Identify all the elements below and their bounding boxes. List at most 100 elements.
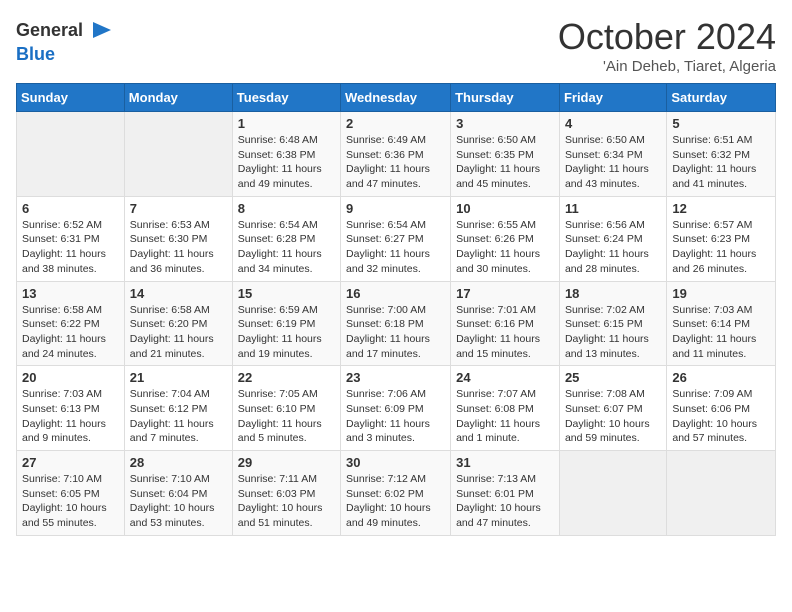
- day-info: Sunrise: 6:57 AMSunset: 6:23 PMDaylight:…: [672, 218, 770, 277]
- calendar-cell: 30 Sunrise: 7:12 AMSunset: 6:02 PMDayligh…: [341, 451, 451, 536]
- calendar-cell: 17 Sunrise: 7:01 AMSunset: 6:16 PMDayligh…: [451, 281, 560, 366]
- day-number: 14: [130, 286, 227, 301]
- day-number: 2: [346, 116, 445, 131]
- calendar-cell: 20Sunrise: 7:03 AMSunset: 6:13 PMDayligh…: [17, 366, 125, 451]
- page-header: General Blue October 2024 'Ain Deheb, Ti…: [16, 16, 776, 75]
- calendar-cell: [17, 112, 125, 197]
- calendar-cell: 26 Sunrise: 7:09 AMSunset: 6:06 PMDayligh…: [667, 366, 776, 451]
- day-number: 1: [238, 116, 335, 131]
- day-info: Sunrise: 6:48 AMSunset: 6:38 PMDaylight:…: [238, 133, 335, 192]
- day-number: 16: [346, 286, 445, 301]
- logo-icon: [85, 16, 113, 44]
- day-number: 31: [456, 455, 554, 470]
- day-number: 7: [130, 201, 227, 216]
- day-number: 4: [565, 116, 661, 131]
- day-info: Sunrise: 7:03 AMSunset: 6:13 PMDaylight:…: [22, 387, 119, 446]
- calendar-cell: 7 Sunrise: 6:53 AMSunset: 6:30 PMDaylight…: [124, 196, 232, 281]
- calendar-cell: 6 Sunrise: 6:52 AMSunset: 6:31 PMDaylight…: [17, 196, 125, 281]
- day-number: 15: [238, 286, 335, 301]
- day-info: Sunrise: 7:05 AMSunset: 6:10 PMDaylight:…: [238, 387, 335, 446]
- day-info: Sunrise: 6:51 AMSunset: 6:32 PMDaylight:…: [672, 133, 770, 192]
- day-info: Sunrise: 7:08 AMSunset: 6:07 PMDaylight:…: [565, 387, 661, 446]
- day-info: Sunrise: 7:07 AMSunset: 6:08 PMDaylight:…: [456, 387, 554, 446]
- month-title: October 2024: [558, 16, 776, 58]
- calendar-cell: 24 Sunrise: 7:07 AMSunset: 6:08 PMDayligh…: [451, 366, 560, 451]
- day-info: Sunrise: 6:50 AMSunset: 6:34 PMDaylight:…: [565, 133, 661, 192]
- day-info: Sunrise: 7:09 AMSunset: 6:06 PMDaylight:…: [672, 387, 770, 446]
- calendar-cell: 22Sunrise: 7:05 AMSunset: 6:10 PMDayligh…: [232, 366, 340, 451]
- day-number: 3: [456, 116, 554, 131]
- calendar-cell: 10 Sunrise: 6:55 AMSunset: 6:26 PMDayligh…: [451, 196, 560, 281]
- calendar-cell: 15 Sunrise: 6:59 AMSunset: 6:19 PMDayligh…: [232, 281, 340, 366]
- day-number: 30: [346, 455, 445, 470]
- day-info: Sunrise: 6:59 AMSunset: 6:19 PMDaylight:…: [238, 303, 335, 362]
- calendar-cell: 9 Sunrise: 6:54 AMSunset: 6:27 PMDaylight…: [341, 196, 451, 281]
- calendar-cell: [559, 451, 666, 536]
- day-info: Sunrise: 7:01 AMSunset: 6:16 PMDaylight:…: [456, 303, 554, 362]
- day-number: 29: [238, 455, 335, 470]
- calendar-table: SundayMondayTuesdayWednesdayThursdayFrid…: [16, 83, 776, 536]
- calendar-cell: 28Sunrise: 7:10 AMSunset: 6:04 PMDayligh…: [124, 451, 232, 536]
- day-info: Sunrise: 6:58 AMSunset: 6:22 PMDaylight:…: [22, 303, 119, 362]
- day-number: 10: [456, 201, 554, 216]
- day-number: 19: [672, 286, 770, 301]
- calendar-week-row: 27Sunrise: 7:10 AMSunset: 6:05 PMDayligh…: [17, 451, 776, 536]
- calendar-cell: 4 Sunrise: 6:50 AMSunset: 6:34 PMDaylight…: [559, 112, 666, 197]
- calendar-week-row: 1 Sunrise: 6:48 AMSunset: 6:38 PMDaylight…: [17, 112, 776, 197]
- weekday-header: Tuesday: [232, 84, 340, 112]
- calendar-cell: 21 Sunrise: 7:04 AMSunset: 6:12 PMDayligh…: [124, 366, 232, 451]
- day-info: Sunrise: 6:52 AMSunset: 6:31 PMDaylight:…: [22, 218, 119, 277]
- day-number: 6: [22, 201, 119, 216]
- calendar-cell: 12Sunrise: 6:57 AMSunset: 6:23 PMDayligh…: [667, 196, 776, 281]
- calendar-cell: 16 Sunrise: 7:00 AMSunset: 6:18 PMDayligh…: [341, 281, 451, 366]
- calendar-cell: 18Sunrise: 7:02 AMSunset: 6:15 PMDayligh…: [559, 281, 666, 366]
- day-number: 24: [456, 370, 554, 385]
- calendar-cell: 1 Sunrise: 6:48 AMSunset: 6:38 PMDaylight…: [232, 112, 340, 197]
- day-number: 21: [130, 370, 227, 385]
- weekday-header: Wednesday: [341, 84, 451, 112]
- calendar-week-row: 6 Sunrise: 6:52 AMSunset: 6:31 PMDaylight…: [17, 196, 776, 281]
- day-info: Sunrise: 7:10 AMSunset: 6:05 PMDaylight:…: [22, 472, 119, 531]
- day-info: Sunrise: 6:58 AMSunset: 6:20 PMDaylight:…: [130, 303, 227, 362]
- day-number: 17: [456, 286, 554, 301]
- day-number: 23: [346, 370, 445, 385]
- day-info: Sunrise: 6:54 AMSunset: 6:27 PMDaylight:…: [346, 218, 445, 277]
- day-info: Sunrise: 6:53 AMSunset: 6:30 PMDaylight:…: [130, 218, 227, 277]
- day-info: Sunrise: 7:13 AMSunset: 6:01 PMDaylight:…: [456, 472, 554, 531]
- day-number: 13: [22, 286, 119, 301]
- calendar-cell: 29 Sunrise: 7:11 AMSunset: 6:03 PMDayligh…: [232, 451, 340, 536]
- title-area: October 2024 'Ain Deheb, Tiaret, Algeria: [558, 16, 776, 75]
- day-info: Sunrise: 6:54 AMSunset: 6:28 PMDaylight:…: [238, 218, 335, 277]
- weekday-header: Thursday: [451, 84, 560, 112]
- day-number: 8: [238, 201, 335, 216]
- calendar-cell: 31 Sunrise: 7:13 AMSunset: 6:01 PMDayligh…: [451, 451, 560, 536]
- day-number: 9: [346, 201, 445, 216]
- day-info: Sunrise: 6:55 AMSunset: 6:26 PMDaylight:…: [456, 218, 554, 277]
- day-info: Sunrise: 7:11 AMSunset: 6:03 PMDaylight:…: [238, 472, 335, 531]
- logo-general: General: [16, 20, 83, 41]
- day-info: Sunrise: 7:00 AMSunset: 6:18 PMDaylight:…: [346, 303, 445, 362]
- weekday-header: Friday: [559, 84, 666, 112]
- calendar-week-row: 13 Sunrise: 6:58 AMSunset: 6:22 PMDayligh…: [17, 281, 776, 366]
- weekday-header: Monday: [124, 84, 232, 112]
- day-number: 26: [672, 370, 770, 385]
- day-info: Sunrise: 7:10 AMSunset: 6:04 PMDaylight:…: [130, 472, 227, 531]
- calendar-cell: 11 Sunrise: 6:56 AMSunset: 6:24 PMDayligh…: [559, 196, 666, 281]
- day-info: Sunrise: 7:06 AMSunset: 6:09 PMDaylight:…: [346, 387, 445, 446]
- day-info: Sunrise: 6:49 AMSunset: 6:36 PMDaylight:…: [346, 133, 445, 192]
- calendar-cell: 25 Sunrise: 7:08 AMSunset: 6:07 PMDayligh…: [559, 366, 666, 451]
- day-number: 25: [565, 370, 661, 385]
- day-info: Sunrise: 6:56 AMSunset: 6:24 PMDaylight:…: [565, 218, 661, 277]
- logo: General Blue: [16, 16, 113, 65]
- day-number: 11: [565, 201, 661, 216]
- weekday-header: Sunday: [17, 84, 125, 112]
- calendar-cell: 14 Sunrise: 6:58 AMSunset: 6:20 PMDayligh…: [124, 281, 232, 366]
- calendar-week-row: 20Sunrise: 7:03 AMSunset: 6:13 PMDayligh…: [17, 366, 776, 451]
- day-info: Sunrise: 7:12 AMSunset: 6:02 PMDaylight:…: [346, 472, 445, 531]
- calendar-cell: 5Sunrise: 6:51 AMSunset: 6:32 PMDaylight…: [667, 112, 776, 197]
- calendar-cell: 27Sunrise: 7:10 AMSunset: 6:05 PMDayligh…: [17, 451, 125, 536]
- day-info: Sunrise: 7:04 AMSunset: 6:12 PMDaylight:…: [130, 387, 227, 446]
- calendar-cell: [124, 112, 232, 197]
- weekday-header-row: SundayMondayTuesdayWednesdayThursdayFrid…: [17, 84, 776, 112]
- day-info: Sunrise: 7:03 AMSunset: 6:14 PMDaylight:…: [672, 303, 770, 362]
